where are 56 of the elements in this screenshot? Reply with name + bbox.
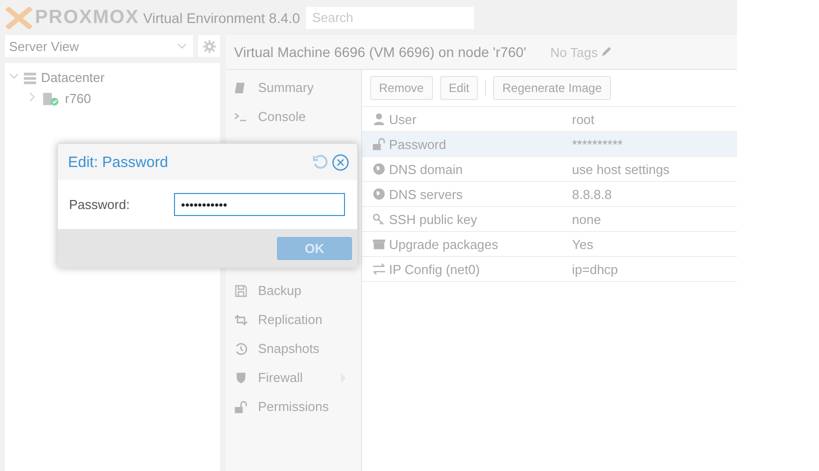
panel-title: Virtual Machine 6696 (VM 6696) on node 'r760' — [234, 44, 526, 60]
row-value: ip=dhcp — [572, 262, 618, 276]
arrows-icon — [372, 262, 386, 276]
dialog-title: Edit: Password — [68, 154, 170, 170]
row-label: SSH public key — [389, 212, 478, 226]
server-stack-icon — [23, 70, 37, 84]
row-value: ********** — [572, 136, 623, 152]
row-value: none — [572, 212, 601, 226]
nav-item[interactable]: Console — [226, 102, 361, 131]
server-online-icon — [41, 92, 61, 106]
nav-item[interactable]: Permissions — [226, 392, 361, 421]
tree-item[interactable]: Datacenter — [41, 70, 105, 85]
table-row[interactable]: DNS servers 8.8.8.8 — [362, 182, 737, 207]
row-value: Yes — [572, 236, 594, 252]
view-dropdown[interactable]: Server View — [5, 35, 193, 57]
close-icon[interactable] — [332, 154, 349, 170]
nav-item[interactable]: Snapshots — [226, 334, 361, 363]
table-row[interactable]: SSH public key none — [362, 207, 737, 232]
row-label: Password — [389, 136, 446, 152]
globe-icon — [372, 187, 386, 201]
box-icon — [372, 237, 386, 251]
row-value: root — [572, 112, 594, 126]
row-label: Upgrade packages — [389, 236, 498, 252]
chevron-icon — [177, 43, 187, 49]
row-value: use host settings — [572, 162, 670, 176]
table-row[interactable]: IP Config (net0) ip=dhcp — [362, 257, 737, 282]
nav-item[interactable]: Replication — [226, 305, 361, 334]
tree-item[interactable]: r760 — [65, 91, 92, 106]
nav-item[interactable]: Summary — [226, 73, 361, 102]
pencil-icon — [600, 46, 612, 58]
row-label: DNS domain — [389, 162, 463, 176]
key-icon — [372, 212, 386, 226]
row-label: IP Config (net0) — [389, 262, 480, 276]
history-icon — [234, 342, 248, 356]
password-field[interactable]: ••••••••••• — [174, 193, 345, 216]
table-row[interactable]: DNS domain use host settings — [362, 157, 737, 182]
shield-icon — [234, 370, 248, 384]
row-value: 8.8.8.8 — [572, 186, 612, 202]
arrows-loop-icon — [234, 312, 248, 326]
field-label: Password: — [69, 197, 131, 212]
toolbar-button[interactable]: Edit — [440, 76, 478, 100]
reset-icon[interactable] — [312, 154, 328, 170]
user-icon — [372, 112, 386, 126]
nav-item[interactable]: Backup — [226, 276, 361, 305]
row-label: User — [389, 112, 416, 126]
settings-icon[interactable] — [198, 35, 220, 57]
row-label: DNS servers — [389, 186, 463, 202]
padlock-icon — [372, 137, 386, 151]
version-label: Virtual Environment 8.4.0 — [143, 10, 300, 26]
padlock-icon — [234, 400, 248, 414]
globe-icon — [372, 162, 386, 176]
table-row[interactable]: Upgrade packages Yes — [362, 232, 737, 257]
nav-item[interactable]: Firewall — [226, 363, 361, 392]
toolbar-button[interactable]: Remove — [370, 76, 433, 100]
table-row[interactable]: Password ********** — [362, 132, 737, 157]
toolbar-button[interactable]: Regenerate Image — [493, 76, 611, 100]
